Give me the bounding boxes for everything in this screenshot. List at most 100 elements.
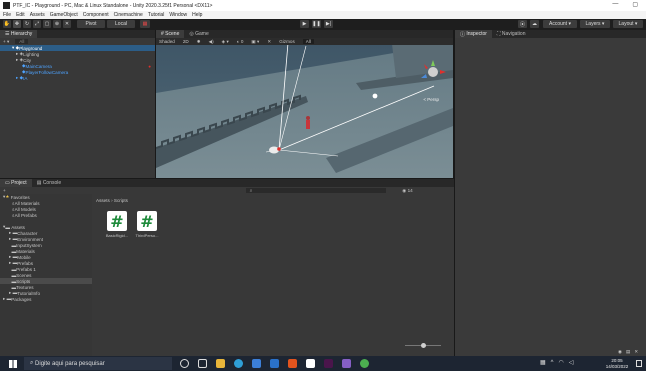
effects-icon[interactable]: ◈ ▾ [222, 39, 229, 45]
breadcrumb-scripts[interactable]: Scripts [114, 198, 128, 203]
icon-size-slider-handle[interactable] [421, 343, 426, 348]
scene-persp-label[interactable]: < Persp [423, 97, 439, 102]
menu-assets[interactable]: Assets [30, 12, 45, 18]
mail-icon[interactable] [270, 359, 279, 368]
account-label: Account [549, 21, 568, 27]
hidden-count[interactable]: ◉ 14 [402, 188, 412, 194]
hierarchy-item-label: IA [23, 75, 28, 81]
menu-cinemachine[interactable]: Cinemachine [114, 12, 143, 18]
edge-icon[interactable] [234, 359, 243, 368]
scene-view[interactable]: < Persp [156, 38, 453, 178]
move-tool-icon[interactable]: ✥ [13, 20, 21, 28]
file-explorer-icon[interactable] [216, 359, 225, 368]
collab-icon[interactable]: ⦿ [518, 20, 527, 28]
add-object-button[interactable]: + ▾ [3, 39, 9, 45]
taskbar-search-box[interactable]: ⌕ Digite aqui para pesquisar [24, 357, 172, 370]
hidden-count-label: 14 [407, 187, 413, 193]
volume-icon[interactable]: ◁ [569, 359, 574, 366]
hand-tool-icon[interactable]: ✋ [3, 20, 11, 28]
store-icon[interactable] [252, 359, 261, 368]
menu-gameobject[interactable]: GameObject [50, 12, 78, 18]
favorite-item-label: All Models [14, 206, 36, 212]
layout-dropdown[interactable]: Layout ▾ [613, 20, 643, 28]
progress-icon[interactable]: ▤ [626, 349, 630, 355]
taskbar-search-label: Digite aqui para pesquisar [35, 360, 105, 367]
unity-icon[interactable] [306, 359, 315, 368]
folder-item-label: Materials [16, 248, 35, 254]
unity-logo-icon [3, 2, 10, 9]
tray-chevron-icon[interactable]: ^ [551, 360, 554, 366]
layers-dropdown[interactable]: Layers ▾ [580, 20, 610, 28]
grid-snap-icon[interactable]: ▦ [140, 20, 150, 28]
search-icon: ⌕ [30, 360, 34, 366]
menu-file[interactable]: File [3, 12, 11, 18]
hierarchy-search-input[interactable]: All [15, 39, 29, 44]
rect-tool-icon[interactable]: ▢ [43, 20, 51, 28]
network-icon[interactable]: ◠ [559, 359, 564, 366]
menu-window[interactable]: Window [169, 12, 187, 18]
transform-tool-icon[interactable]: ⊕ [53, 20, 61, 28]
chrome-icon[interactable] [360, 359, 369, 368]
local-toggle[interactable]: Local [107, 20, 135, 28]
scene-search-input[interactable]: All [302, 39, 314, 44]
tab-scene[interactable]: # Scene [156, 30, 185, 38]
keyboard-icon[interactable]: ▦ [540, 359, 546, 366]
menu-tutorial[interactable]: Tutorial [148, 12, 165, 18]
folder-item-label: InputSystem [16, 242, 42, 248]
step-button[interactable]: ▶| [324, 20, 333, 28]
favorite-item-label: All Materials [14, 200, 40, 206]
breadcrumb: Assets › Scripts [96, 197, 128, 203]
clock[interactable]: 20:05 14/03/2022 [603, 358, 631, 369]
shading-dropdown[interactable]: Shaded [159, 39, 175, 44]
maximize-button[interactable]: ▢ [632, 1, 638, 8]
rotate-tool-icon[interactable]: ↻ [23, 20, 31, 28]
tab-navigation[interactable]: ⛶ Navigation [492, 30, 531, 38]
menu-edit[interactable]: Edit [16, 12, 25, 18]
hierarchy-item-ia[interactable]: ▸ ◆ IA [0, 75, 155, 81]
folder-item-label: Mobile [17, 254, 31, 260]
task-view-icon[interactable] [198, 359, 207, 368]
account-dropdown[interactable]: Account ▾ [543, 20, 577, 28]
hierarchy-tab-label: Hierarchy [10, 31, 33, 37]
tab-project[interactable]: ▭ Project [0, 179, 32, 187]
pause-button[interactable]: ❚❚ [312, 20, 321, 28]
project-search-input[interactable] [245, 188, 386, 193]
audio-icon[interactable]: ◀) [209, 39, 214, 45]
tab-game[interactable]: ◎ Game [184, 30, 213, 38]
play-button[interactable]: ▶ [300, 20, 309, 28]
console-tab-label: Console [42, 180, 62, 186]
custom-tool-icon[interactable]: ✕ [63, 20, 71, 28]
packages-folder[interactable]: ▸ ▬ Packages [0, 296, 92, 302]
hierarchy-item-label: PlayerFollowCamera [25, 69, 69, 75]
cortana-icon[interactable] [180, 359, 189, 368]
scale-tool-icon[interactable]: ⤢ [33, 20, 41, 28]
lighting-icon[interactable]: ✹ [197, 39, 201, 45]
minimize-button[interactable]: — [612, 1, 618, 8]
mode-2d-toggle[interactable]: 2D [183, 39, 189, 44]
slack-icon[interactable] [324, 359, 333, 368]
office-icon[interactable] [288, 359, 297, 368]
layout-label: Layout [618, 21, 634, 27]
hidden-objects-icon[interactable]: ◐ 0 [237, 39, 244, 44]
project-add-button[interactable]: + [3, 188, 6, 193]
tools-icon[interactable]: ✕ [267, 39, 271, 45]
camera-icon[interactable]: ▣ ▾ [251, 39, 259, 45]
cloud-icon[interactable]: ☁ [530, 20, 539, 28]
file-item[interactable]: # ThirdPerso... [133, 211, 161, 238]
window-title: PTF_IC - Playground - PC, Mac & Linux St… [13, 2, 213, 9]
visual-studio-icon[interactable] [342, 359, 351, 368]
collab-status-icon[interactable]: ✕ [634, 349, 638, 355]
pivot-toggle[interactable]: Pivot [77, 20, 105, 28]
file-item[interactable]: # BasicRigid... [103, 211, 131, 238]
player-character [269, 146, 279, 154]
tab-console[interactable]: ▤ Console [32, 179, 66, 187]
gizmos-dropdown[interactable]: Gizmos [279, 39, 295, 44]
menu-help[interactable]: Help [192, 12, 202, 18]
breadcrumb-assets[interactable]: Assets [96, 198, 110, 203]
tab-inspector[interactable]: ⓘ Inspector [455, 30, 492, 38]
bug-icon[interactable]: ◉ [618, 349, 622, 355]
windows-start-icon[interactable] [9, 360, 17, 368]
menu-component[interactable]: Component [83, 12, 109, 18]
notification-icon[interactable] [636, 360, 642, 367]
tab-hierarchy[interactable]: ☰ Hierarchy [0, 30, 38, 38]
